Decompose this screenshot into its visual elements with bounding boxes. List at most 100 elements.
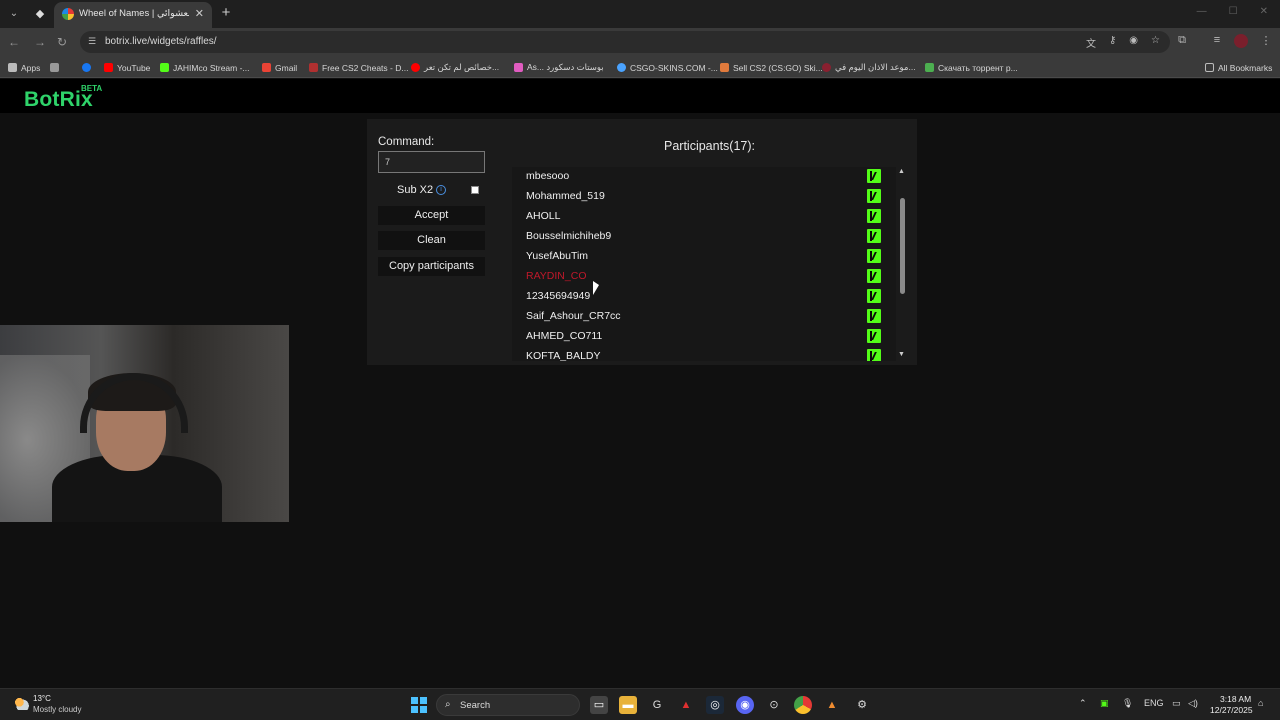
- media-icon[interactable]: ≡: [1209, 34, 1225, 46]
- clock-date[interactable]: 12/27/2025: [1210, 705, 1253, 715]
- bookmark-cs2-cheats[interactable]: Free CS2 Cheats - D...: [309, 61, 408, 74]
- game-launcher-icon[interactable]: ▲: [677, 696, 695, 714]
- list-item[interactable]: 12345694949: [512, 287, 896, 307]
- list-item[interactable]: KOFTA_BALDY: [512, 347, 896, 361]
- taskbar-search[interactable]: ⌕ Search: [436, 694, 580, 716]
- bookmark-apps[interactable]: Apps: [8, 61, 40, 74]
- list-item[interactable]: Bousselmichiheb9: [512, 227, 896, 247]
- network-icon[interactable]: ▭: [1172, 698, 1181, 709]
- list-item[interactable]: YusefAbuTim: [512, 247, 896, 267]
- obs-icon[interactable]: ⊙: [765, 696, 783, 714]
- bookmark-label: JAHIMco Stream -...: [173, 62, 250, 73]
- mouse-cursor-icon: [593, 281, 599, 295]
- clock-time[interactable]: 3:18 AM: [1220, 694, 1251, 704]
- bookmark-label: YouTube: [117, 62, 151, 73]
- beta-badge: BETA: [81, 84, 103, 93]
- sub-x2-checkbox[interactable]: [471, 186, 479, 194]
- command-label: Command:: [378, 136, 435, 148]
- scroll-down-icon[interactable]: ▼: [898, 351, 905, 358]
- url-text[interactable]: botrix.live/widgets/raffles/: [105, 36, 217, 47]
- list-item[interactable]: Saif_Ashour_CR7cc: [512, 307, 896, 327]
- youtube-icon: [104, 63, 113, 72]
- info-icon[interactable]: i: [436, 185, 446, 195]
- tab-search-icon[interactable]: ⌄: [6, 6, 22, 22]
- g-hub-icon[interactable]: G: [648, 696, 666, 714]
- discord-icon[interactable]: ◉: [736, 696, 754, 714]
- scroll-up-icon[interactable]: ▲: [898, 168, 905, 175]
- maximize-icon[interactable]: ☐: [1229, 6, 1238, 17]
- kick-icon: [867, 349, 881, 361]
- chrome-icon[interactable]: [794, 696, 812, 714]
- bookmark-label: خصائص لم تكن تعر...: [424, 62, 500, 72]
- youtube-icon: [411, 63, 420, 72]
- accept-button[interactable]: Accept: [378, 206, 485, 225]
- bookmark-sell-cs2[interactable]: Sell CS2 (CS:GO) Ski...: [720, 61, 823, 74]
- steam-icon[interactable]: ◎: [706, 696, 724, 714]
- volume-icon[interactable]: ◁): [1188, 698, 1198, 709]
- tray-expand-icon[interactable]: ⌃: [1079, 698, 1087, 709]
- list-item[interactable]: AHMED_CO711: [512, 327, 896, 347]
- reload-icon[interactable]: ↻: [54, 34, 70, 50]
- command-input[interactable]: [378, 151, 485, 173]
- password-key-icon[interactable]: ⚷: [1109, 35, 1116, 50]
- start-windows-icon[interactable]: [411, 697, 427, 713]
- bookmark-gmail[interactable]: Gmail: [262, 61, 297, 74]
- file-explorer-icon[interactable]: ▬: [619, 696, 637, 714]
- scrollbar-thumb[interactable]: [900, 198, 905, 294]
- bookmark-csgo-skins[interactable]: CSGO-SKINS.COM -...: [617, 61, 718, 74]
- botrix-tray-icon[interactable]: ▣: [1100, 698, 1109, 709]
- bookmark-prayer-times[interactable]: موعد الاذان اليوم في...: [822, 61, 916, 74]
- list-item[interactable]: AHOLL: [512, 207, 896, 227]
- task-view-icon[interactable]: ▭: [590, 696, 608, 714]
- new-tab-button[interactable]: +: [218, 4, 234, 22]
- list-item[interactable]: Mohammed_519: [512, 187, 896, 207]
- weather-temperature[interactable]: 13°C: [33, 694, 51, 703]
- bookmark-facebook[interactable]: [82, 61, 91, 74]
- close-window-icon[interactable]: ✕: [1260, 6, 1268, 17]
- settings-gear-icon[interactable]: ⚙: [853, 696, 871, 714]
- bookmark-label: موعد الاذان اليوم في...: [835, 62, 916, 72]
- bookmark-label: CSGO-SKINS.COM -...: [630, 62, 718, 73]
- participant-name: Bousselmichiheb9: [526, 230, 612, 242]
- sell-icon: [720, 63, 729, 72]
- bookmark-star-icon[interactable]: ☆: [1151, 35, 1160, 50]
- clean-button[interactable]: Clean: [378, 231, 485, 250]
- site-info-icon[interactable]: ☰: [88, 35, 100, 47]
- kick-icon: [867, 209, 881, 223]
- bookmark-youtube[interactable]: YouTube: [104, 61, 150, 74]
- language-indicator[interactable]: ENG: [1144, 698, 1164, 708]
- extensions-icon[interactable]: ⧉: [1174, 34, 1190, 47]
- kick-icon: [867, 189, 881, 203]
- participants-title: Participants(17):: [664, 139, 756, 153]
- site-header: [0, 79, 1280, 113]
- tab-active[interactable]: Wheel of Names | اسم العشوائي ✕: [54, 2, 212, 28]
- apps-grid-icon: [8, 63, 17, 72]
- menu-dots-icon[interactable]: ⋮: [1258, 34, 1274, 47]
- bookmark-torrent[interactable]: Скачать торрент р...: [925, 61, 1018, 74]
- bookmark-arabic-video[interactable]: خصائص لم تكن تعر...: [411, 61, 499, 74]
- vlc-icon[interactable]: ▲: [823, 696, 841, 714]
- microphone-icon[interactable]: 🎙: [1122, 698, 1133, 709]
- translate-icon[interactable]: 文: [1086, 35, 1096, 50]
- eye-off-icon[interactable]: ◉: [1129, 35, 1138, 50]
- list-item[interactable]: mbesooo: [512, 167, 896, 187]
- notification-icon[interactable]: ⌂: [1258, 698, 1263, 708]
- profile-avatar[interactable]: [1234, 34, 1248, 48]
- list-item[interactable]: RAYDIN_CO: [512, 267, 896, 287]
- pinned-tab[interactable]: ◆: [30, 4, 50, 24]
- bookmark-all[interactable]: All Bookmarks: [1205, 61, 1272, 74]
- bookmark-jahimco[interactable]: JAHIMco Stream -...: [160, 61, 250, 74]
- bookmark-apps-grid[interactable]: [50, 61, 59, 74]
- forward-icon[interactable]: →: [32, 34, 48, 50]
- participants-list[interactable]: mbesooo Mohammed_519 AHOLL Bousselmichih…: [512, 167, 896, 361]
- bookmark-label: Apps: [21, 62, 41, 73]
- close-tab-icon[interactable]: ✕: [195, 7, 204, 20]
- weather-cloudy-icon[interactable]: [13, 696, 29, 710]
- back-icon[interactable]: ←: [6, 34, 22, 50]
- weather-description[interactable]: Mostly cloudy: [33, 705, 81, 714]
- kick-icon: [160, 63, 169, 72]
- minimize-icon[interactable]: —: [1197, 6, 1207, 17]
- bookmark-discord-posts[interactable]: As... بوستات دسكورد: [514, 61, 604, 74]
- copy-participants-button[interactable]: Copy participants: [378, 257, 485, 276]
- address-bar[interactable]: ☰ botrix.live/widgets/raffles/ 文 ⚷ ◉ ☆: [80, 31, 1170, 53]
